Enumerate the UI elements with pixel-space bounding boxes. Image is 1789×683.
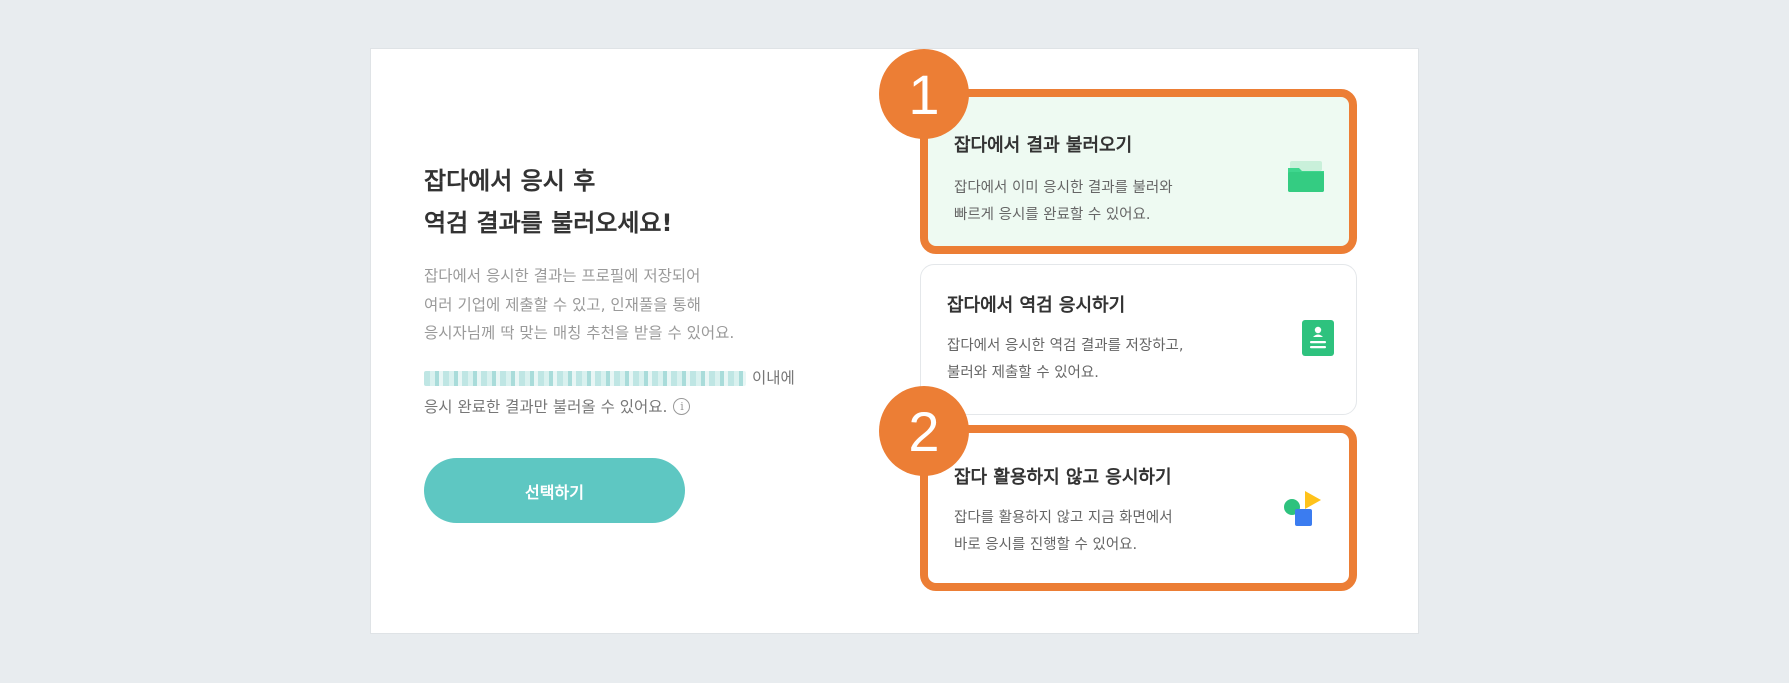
- card-desc-line-1: 잡다에서 응시한 역검 결과를 저장하고,: [947, 338, 1184, 354]
- heading-line-1: 잡다에서 응시 후: [424, 167, 596, 195]
- profile-document-icon: [1302, 320, 1334, 360]
- step-badge-2: 2: [879, 386, 969, 476]
- card-take-test-on-jobda[interactable]: 잡다에서 역검 응시하기 잡다에서 응시한 역검 결과를 저장하고, 불러와 제…: [920, 264, 1357, 415]
- select-button[interactable]: 선택하기: [424, 458, 685, 523]
- card-title: 잡다에서 역검 응시하기: [947, 295, 1126, 316]
- card-desc-line-2: 바로 응시를 진행할 수 있어요.: [954, 537, 1138, 553]
- notice-suffix: 이내에: [752, 369, 795, 387]
- redacted-text: [424, 370, 746, 386]
- card-desc-line-1: 잡다에서 이미 응시한 결과를 불러와: [954, 180, 1173, 196]
- card-desc-line-1: 잡다를 활용하지 않고 지금 화면에서: [954, 510, 1173, 526]
- card-description: 잡다에서 응시한 역검 결과를 저장하고, 불러와 제출할 수 있어요.: [947, 333, 1183, 387]
- card-description: 잡다를 활용하지 않고 지금 화면에서 바로 응시를 진행할 수 있어요.: [954, 505, 1173, 559]
- step-badge-1: 1: [879, 49, 969, 139]
- notice: 이내에 응시 완료한 결과만 불러올 수 있어요. i: [424, 364, 795, 421]
- description-line-3: 응시자님께 딱 맞는 매칭 추천을 받을 수 있어요.: [424, 324, 735, 342]
- info-icon[interactable]: i: [673, 398, 691, 416]
- card-desc-line-2: 불러와 제출할 수 있어요.: [947, 365, 1099, 381]
- card-title: 잡다 활용하지 않고 응시하기: [954, 467, 1172, 488]
- description: 잡다에서 응시한 결과는 프로필에 저장되어 여러 기업에 제출할 수 있고, …: [424, 262, 734, 348]
- description-line-1: 잡다에서 응시한 결과는 프로필에 저장되어: [424, 267, 701, 285]
- card-title: 잡다에서 결과 불러오기: [954, 135, 1133, 156]
- card-desc-line-2: 빠르게 응시를 완료할 수 있어요.: [954, 207, 1151, 223]
- card-load-results[interactable]: 잡다에서 결과 불러오기 잡다에서 이미 응시한 결과를 불러와 빠르게 응시를…: [920, 89, 1357, 254]
- heading-line-2: 역검 결과를 불러오세요!: [424, 209, 673, 237]
- folder-icon: [1287, 159, 1325, 197]
- notice-line-2: 응시 완료한 결과만 불러올 수 있어요.: [424, 397, 668, 416]
- shapes-icon: [1283, 489, 1323, 533]
- card-take-test-without-jobda[interactable]: 잡다 활용하지 않고 응시하기 잡다를 활용하지 않고 지금 화면에서 바로 응…: [920, 425, 1357, 591]
- description-line-2: 여러 기업에 제출할 수 있고, 인재풀을 통해: [424, 295, 701, 314]
- card-description: 잡다에서 이미 응시한 결과를 불러와 빠르게 응시를 완료할 수 있어요.: [954, 175, 1173, 229]
- page-heading: 잡다에서 응시 후 역검 결과를 불러오세요!: [424, 160, 672, 244]
